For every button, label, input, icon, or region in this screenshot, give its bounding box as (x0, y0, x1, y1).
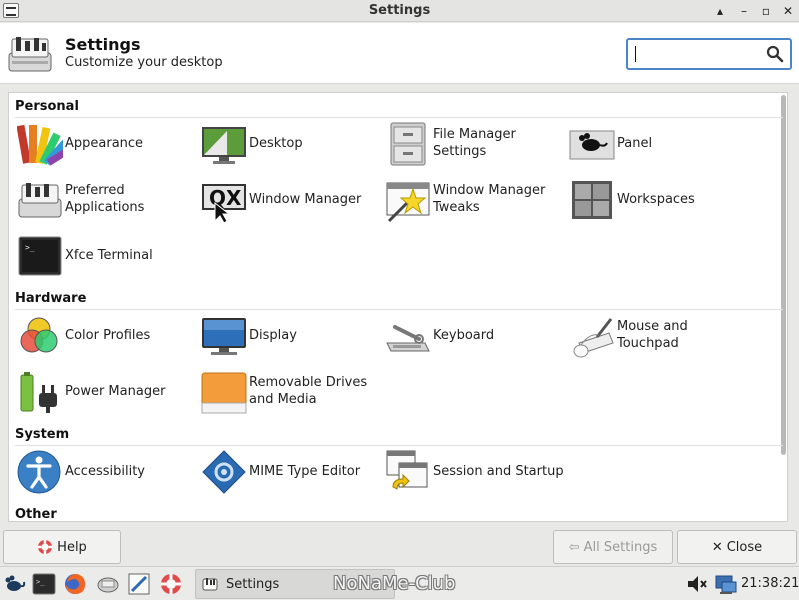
window-title: Settings (368, 3, 431, 18)
item-label: Removable Drives and Media (249, 375, 368, 407)
file-manager-launcher-icon[interactable] (96, 572, 120, 596)
item-desktop[interactable]: Desktop (201, 117, 381, 169)
power-manager-icon (20, 372, 57, 413)
network-icon[interactable] (714, 572, 738, 596)
section-system-title: System (15, 427, 70, 442)
item-label: Session and Startup (433, 463, 564, 479)
wm-tweaks-icon (386, 182, 430, 223)
item-removable-drives[interactable]: Removable Drives and Media (201, 365, 381, 417)
help-label: Help (57, 539, 87, 555)
panel-icon (569, 130, 615, 160)
text-editor-icon[interactable] (127, 572, 151, 596)
window-titlebar[interactable]: Settings ▴ – ▫ ✕ (0, 0, 799, 22)
svg-text:>_: >_ (25, 243, 35, 252)
page-subtitle: Customize your desktop (65, 55, 223, 70)
back-arrow-icon: ⇦ (568, 539, 580, 555)
settings-task-icon (202, 578, 218, 591)
close-window-button[interactable]: ✕ (780, 3, 796, 19)
item-label: Appearance (65, 135, 144, 151)
firefox-icon[interactable] (63, 572, 87, 596)
item-label: Display (249, 327, 297, 343)
item-preferred-apps[interactable]: Preferred Applications (17, 173, 197, 225)
item-keyboard[interactable]: Keyboard (385, 309, 565, 361)
lifebuoy-icon (38, 540, 53, 554)
scrollbar[interactable] (781, 95, 786, 455)
item-workspaces[interactable]: Workspaces (569, 173, 749, 225)
clock[interactable]: 21:38:21 (741, 576, 799, 591)
close-icon: ✕ (711, 539, 723, 555)
item-file-manager[interactable]: File Manager Settings (385, 117, 565, 169)
item-color-profiles[interactable]: Color Profiles (17, 309, 197, 361)
preferences-icon (8, 37, 52, 72)
settings-list[interactable]: Personal Appearance Desktop File Manager… (8, 92, 788, 522)
xfce-menu-icon[interactable] (2, 572, 26, 596)
taskbar: >_ Settings NoNaMe-Club 21:38:21 (0, 566, 799, 600)
item-label: Power Manager (65, 383, 166, 399)
item-label: Accessibility (65, 463, 145, 479)
close-button[interactable]: ✕ Close (677, 530, 797, 564)
settings-header: Settings Customize your desktop (0, 23, 799, 84)
item-label: File Manager Settings (433, 127, 516, 159)
item-label: Keyboard (433, 327, 495, 343)
item-label: Color Profiles (65, 327, 151, 343)
item-label: Workspaces (617, 191, 695, 207)
item-xfce-terminal[interactable]: >_ Xfce Terminal (17, 229, 197, 281)
item-label: Window Manager Tweaks (433, 183, 546, 215)
accessibility-icon (17, 450, 61, 494)
svg-text:>_: >_ (36, 578, 45, 586)
volume-muted-icon[interactable] (686, 573, 708, 595)
item-label: Panel (617, 135, 653, 151)
item-label: MIME Type Editor (249, 463, 361, 479)
item-panel[interactable]: Panel (569, 117, 749, 169)
item-label: Preferred Applications (65, 183, 145, 215)
section-hardware-title: Hardware (15, 291, 87, 306)
terminal-launcher-icon[interactable]: >_ (32, 572, 56, 596)
item-window-manager[interactable]: QX Window Manager (201, 173, 381, 225)
item-label: Window Manager (249, 191, 362, 207)
workspaces-icon (572, 181, 612, 219)
maximize-button[interactable]: ▫ (758, 3, 774, 19)
item-label: Xfce Terminal (65, 247, 153, 263)
page-title: Settings (65, 35, 141, 54)
svg-text:QX: QX (209, 186, 242, 210)
appearance-icon (17, 124, 63, 166)
taskbar-item-label: Settings (226, 577, 280, 592)
all-settings-label: All Settings (583, 539, 658, 555)
removable-drives-icon (201, 372, 247, 414)
item-mouse-touchpad[interactable]: Mouse and Touchpad (569, 309, 749, 361)
minimize-button[interactable]: – (736, 3, 752, 19)
item-label: Desktop (249, 135, 303, 151)
color-profiles-icon (20, 317, 58, 353)
item-accessibility[interactable]: Accessibility (17, 445, 197, 497)
text-caret (635, 46, 636, 62)
item-mime-editor[interactable]: MIME Type Editor (201, 445, 381, 497)
watermark: NoNaMe-Club (333, 573, 456, 594)
item-wm-tweaks[interactable]: Window Manager Tweaks (385, 173, 565, 225)
item-appearance[interactable]: Appearance (17, 117, 197, 169)
desktop-icon (202, 127, 246, 164)
shade-button[interactable]: ▴ (712, 3, 728, 19)
item-display[interactable]: Display (201, 309, 381, 361)
search-icon[interactable] (766, 45, 784, 63)
window-manager-icon: QX (202, 184, 246, 223)
file-manager-icon (390, 122, 426, 166)
item-session-startup[interactable]: Session and Startup (385, 445, 565, 497)
section-other-title: Other (15, 507, 57, 522)
mouse-icon (573, 318, 614, 358)
section-personal-title: Personal (15, 99, 79, 114)
help-launcher-icon[interactable] (159, 572, 183, 596)
all-settings-button[interactable]: ⇦ All Settings (553, 530, 673, 564)
terminal-icon: >_ (18, 236, 62, 276)
help-button[interactable]: Help (3, 530, 121, 564)
close-label: Close (726, 539, 763, 555)
session-startup-icon (386, 450, 428, 490)
item-power-manager[interactable]: Power Manager (17, 365, 197, 417)
search-input[interactable] (626, 38, 792, 70)
preferred-apps-icon (18, 183, 62, 218)
mime-editor-icon (202, 450, 246, 494)
keyboard-icon (386, 325, 430, 352)
item-label: Mouse and Touchpad (617, 319, 688, 351)
display-icon (202, 318, 246, 355)
